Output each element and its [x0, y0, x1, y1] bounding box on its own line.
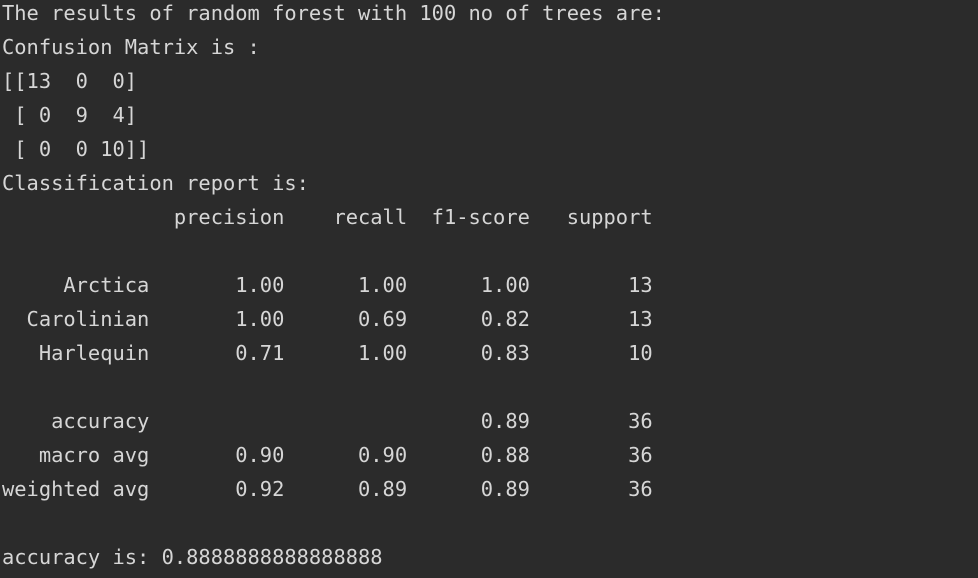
output-line-matrix-row-3: [ 0 0 10]] [2, 137, 150, 161]
output-line-blank [2, 374, 978, 408]
output-line-accuracy-value: accuracy is: 0.8888888888888888 [2, 545, 383, 569]
output-line-macro-avg: macro avg 0.90 0.90 0.88 36 [2, 443, 653, 467]
output-line-carolinian: Carolinian 1.00 0.69 0.82 13 [2, 307, 653, 331]
output-line-accuracy-row: accuracy 0.89 36 [2, 409, 653, 433]
output-line-matrix-row-1: [[13 0 0] [2, 69, 138, 93]
output-line-confusion-title: Confusion Matrix is : [2, 35, 260, 59]
output-line-results-header: The results of random forest with 100 no… [2, 1, 665, 25]
output-line-weighted-avg: weighted avg 0.92 0.89 0.89 36 [2, 477, 653, 501]
output-line-blank [2, 238, 978, 272]
output-line-matrix-row-2: [ 0 9 4] [2, 103, 138, 127]
console-output: The results of random forest with 100 no… [0, 0, 978, 569]
output-line-arctica: Arctica 1.00 1.00 1.00 13 [2, 273, 653, 297]
output-line-report-header: precision recall f1-score support [2, 205, 653, 229]
output-line-harlequin: Harlequin 0.71 1.00 0.83 10 [2, 341, 653, 365]
output-line-report-title: Classification report is: [2, 171, 309, 195]
output-line-blank [2, 510, 978, 544]
